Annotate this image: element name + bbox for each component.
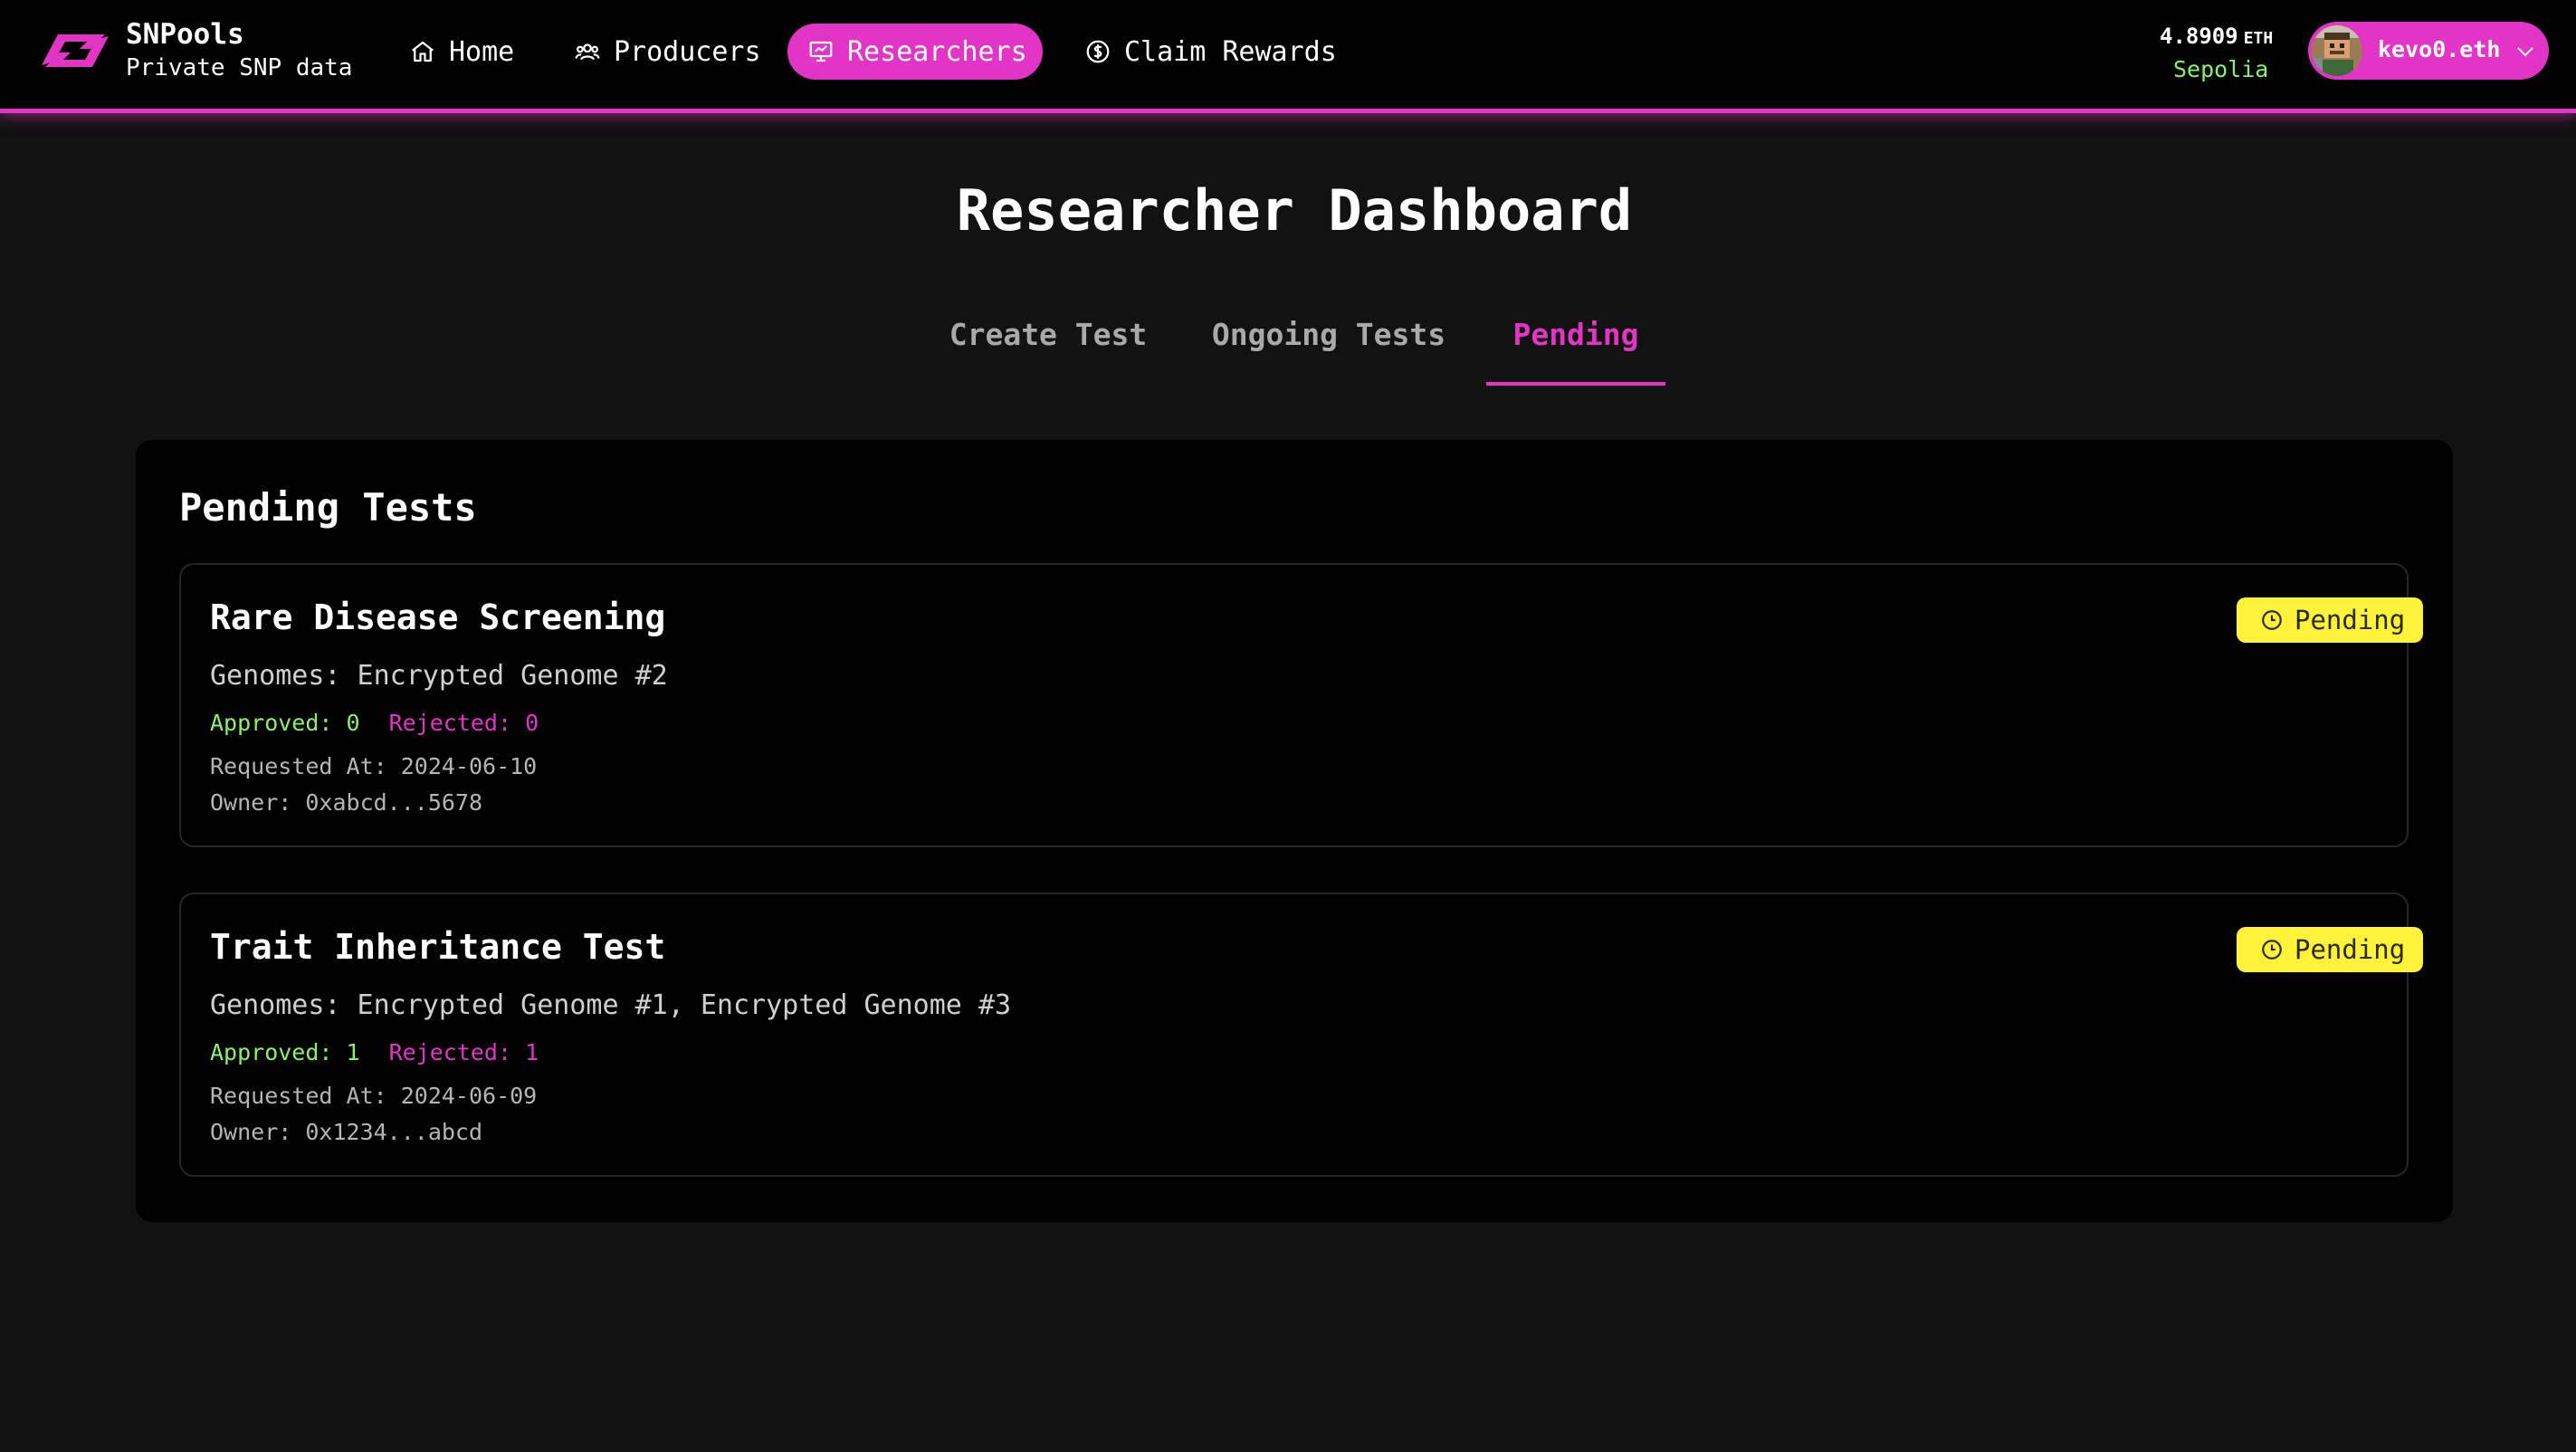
- test-genomes: Genomes: Encrypted Genome #2: [210, 660, 668, 692]
- nav-researchers[interactable]: Researchers: [787, 24, 1043, 80]
- account-button[interactable]: kevo0.eth: [2308, 22, 2549, 80]
- test-title: Rare Disease Screening: [210, 597, 666, 637]
- test-owner: Owner: 0x1234...abcd: [210, 1119, 483, 1145]
- test-title: Trait Inheritance Test: [210, 927, 666, 967]
- status-badge: Pending: [2237, 597, 2423, 643]
- test-genomes: Genomes: Encrypted Genome #1, Encrypted …: [210, 989, 1012, 1021]
- test-card[interactable]: Rare Disease Screening Pending Genomes: …: [179, 563, 2423, 847]
- rejected-count: Rejected: 1: [388, 1039, 539, 1065]
- nav-producers[interactable]: Producers: [554, 24, 781, 80]
- status-label: Pending: [2295, 934, 2406, 965]
- rejected-count: Rejected: 0: [388, 710, 539, 736]
- nav-producers-label: Producers: [614, 35, 761, 68]
- tab-ongoing-tests[interactable]: Ongoing Tests: [1204, 317, 1454, 382]
- test-owner: Owner: 0xabcd...5678: [210, 789, 483, 816]
- nav-home[interactable]: Home: [389, 24, 534, 80]
- avatar: [2312, 25, 2362, 76]
- snpools-logo-icon[interactable]: [38, 25, 112, 74]
- brand-tagline: Private SNP data: [126, 54, 353, 81]
- status-label: Pending: [2295, 605, 2406, 635]
- network-name: Sepolia: [2173, 56, 2269, 82]
- presentation-chart-icon: [809, 41, 833, 62]
- nav-researchers-label: Researchers: [847, 35, 1027, 68]
- brand-name[interactable]: SNPools: [126, 18, 244, 51]
- test-requested-at: Requested At: 2024-06-09: [210, 1083, 538, 1109]
- approved-count: Approved: 0: [210, 710, 360, 736]
- wallet-balance: 4.8909 ETH: [2160, 24, 2273, 49]
- test-counts: Approved: 1 Rejected: 1: [210, 1039, 539, 1065]
- status-badge: Pending: [2237, 927, 2423, 972]
- wallet-balance-value: 4.8909: [2160, 24, 2238, 49]
- approved-count: Approved: 1: [210, 1039, 360, 1065]
- nav-home-label: Home: [449, 35, 515, 68]
- test-requested-at: Requested At: 2024-06-10: [210, 753, 538, 779]
- chevron-down-icon: [2517, 47, 2533, 57]
- tab-pending[interactable]: Pending: [1486, 317, 1665, 386]
- home-icon: [412, 41, 434, 62]
- clock-icon: [2262, 940, 2282, 960]
- top-navbar: SNPools Private SNP data Home Producers …: [0, 0, 2576, 113]
- users-icon: [575, 43, 600, 61]
- tab-create-test[interactable]: Create Test: [940, 317, 1157, 382]
- test-card[interactable]: Trait Inheritance Test Pending Genomes: …: [179, 893, 2423, 1177]
- wallet-balance-unit: ETH: [2243, 29, 2274, 48]
- nav-claim-rewards-label: Claim Rewards: [1124, 35, 1337, 68]
- account-name: kevo0.eth: [2378, 36, 2501, 62]
- avatar-image-icon: [2312, 25, 2362, 76]
- panel-title: Pending Tests: [179, 485, 477, 530]
- clock-icon: [2262, 610, 2282, 630]
- nav-claim-rewards[interactable]: Claim Rewards: [1064, 24, 1357, 80]
- page-title: Researcher Dashboard: [956, 177, 1633, 244]
- test-counts: Approved: 0 Rejected: 0: [210, 710, 539, 736]
- pending-tests-panel: Pending Tests Rare Disease Screening Pen…: [136, 440, 2453, 1222]
- dollar-circle-icon: [1086, 40, 1110, 63]
